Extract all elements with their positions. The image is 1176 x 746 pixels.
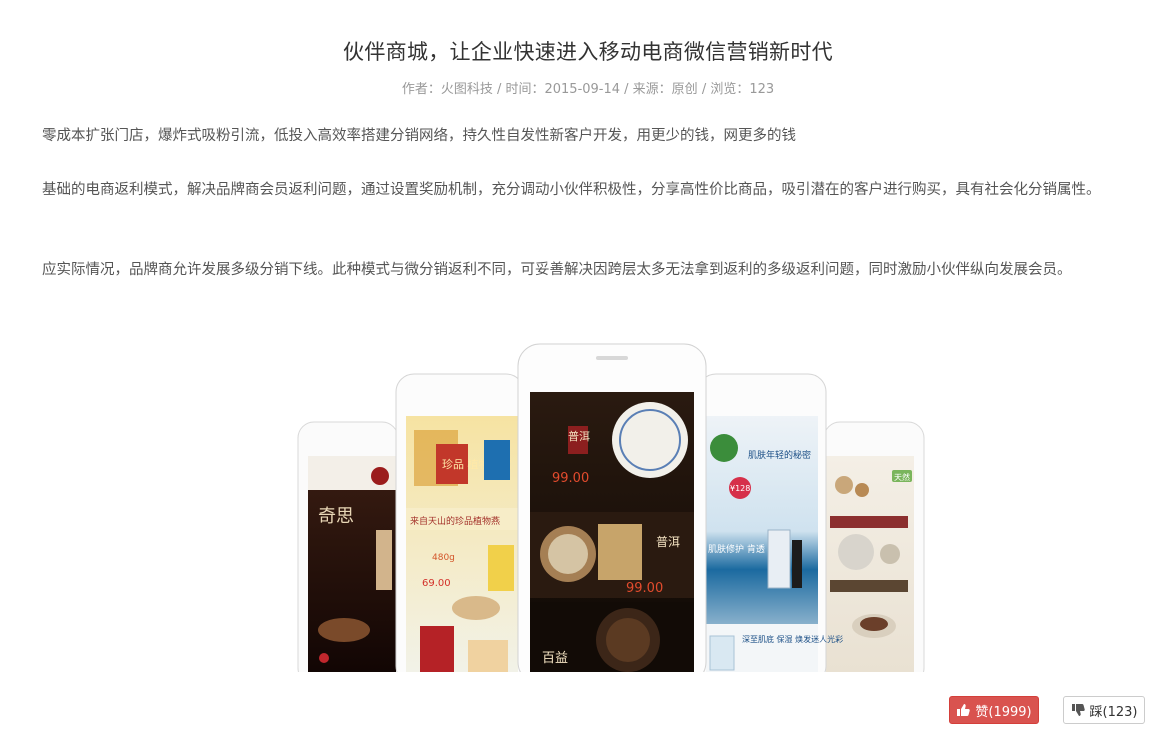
dislike-button[interactable]: 踩(123) [1063, 696, 1145, 724]
phone3-price1: 99.00 [552, 471, 589, 486]
article-paragraph: 基础的电商返利模式，解决品牌商会员返利问题，通过设置奖励机制，充分调动小伙伴积极… [42, 182, 1101, 198]
phone3-label3: 百益 [542, 651, 568, 666]
dislike-label: 踩(123) [1089, 704, 1138, 720]
phone2-price: 69.00 [422, 578, 451, 589]
phone3-label1: 普洱 [568, 429, 590, 443]
article-paragraph: 应实际情况，品牌商允许发展多级分销下线。此种模式与微分销返利不同，可妥善解决因跨… [42, 262, 1072, 278]
phone1-title: 奇思 [318, 506, 354, 527]
phone3-label2: 普洱 [656, 535, 680, 549]
phone2-weight: 480g [432, 553, 455, 563]
article-paragraph: 零成本扩张门店，爆炸式吸粉引流，低投入高效率搭建分销网络，持久性自发性新客户开发… [42, 128, 796, 144]
like-label: 赞(1999) [975, 704, 1032, 720]
phone4-title: 肌肤年轻的秘密 [748, 449, 811, 461]
phone4-price: ¥128 [730, 484, 750, 493]
phone-mockup: 奇思 [297, 421, 399, 672]
phone-mockup: 珍品 植物燕窝 来自天山的珍品植物燕 480g 69.00 [395, 373, 525, 672]
phone3-price2: 99.00 [626, 581, 663, 596]
article-meta: 作者：火图科技 / 时间：2015-09-14 / 来源：原创 / 浏览：123 [401, 82, 775, 97]
phone2-sub: 来自天山的珍品植物燕 [410, 515, 500, 527]
phone-mockup: 肌肤年轻的秘密 ¥128 肌肤修护 肯透 深至肌底 保湿 焕发迷人光彩 [697, 373, 843, 672]
phone5-badge: 天然 [894, 472, 910, 482]
like-button[interactable]: 赞(1999) [949, 696, 1039, 724]
thumbs-down-icon [1071, 703, 1085, 717]
phone4-bottom: 深至肌底 保湿 焕发迷人光彩 [742, 634, 843, 644]
thumbs-up-icon [956, 703, 971, 717]
phone-mockup: 普洱 99.00 普洱 99.00 百益 [517, 343, 707, 672]
phones-showcase-image: 奇思 天然 珍品 植物燕窝 来自天山的珍品植物燕 480g 69.00 肌肤年轻… [296, 340, 928, 672]
phone4-sub: 肌肤修护 肯透 [708, 543, 765, 555]
article-title: 伙伴商城，让企业快速进入移动电商微信营销新时代 [343, 40, 833, 64]
